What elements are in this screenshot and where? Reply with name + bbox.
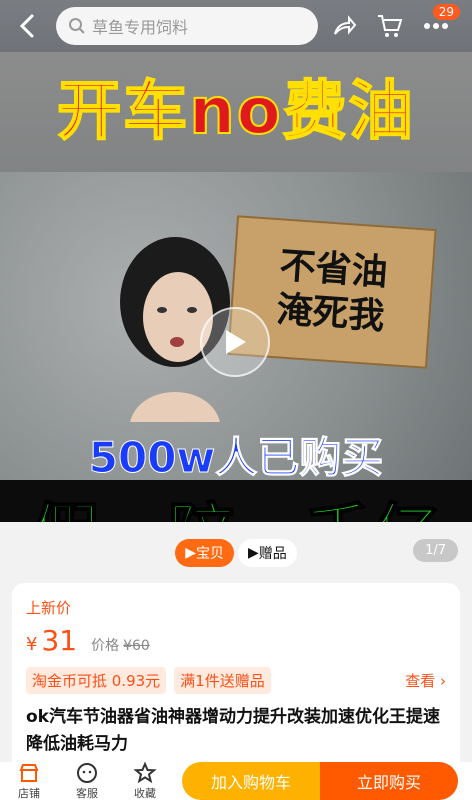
cart-icon (378, 15, 403, 37)
tab-item[interactable]: ▶ 宝贝 (175, 539, 234, 567)
view-label: 查看 (405, 672, 436, 690)
search-bar[interactable]: 草鱼专用饲料 (56, 7, 318, 45)
more-button[interactable]: 29 (416, 4, 460, 46)
sign-line-2: 淹死我 (275, 289, 386, 338)
share-icon (334, 15, 357, 35)
back-button[interactable] (10, 8, 46, 44)
shop-label: 店铺 (18, 787, 40, 800)
more-icon (424, 23, 448, 29)
original-price-label: 价格 (91, 638, 120, 654)
search-icon (69, 18, 85, 34)
product-title: ok汽车节油器省油神器增动力提升改装加速优化王提速降低油耗马力 (26, 707, 440, 754)
play-small-icon: ▶ (185, 545, 196, 561)
share-button[interactable] (324, 6, 364, 46)
play-icon (226, 330, 246, 354)
guarantee-text: 假一陪一千亿 (0, 480, 472, 522)
play-small-icon: ▶ (248, 545, 259, 561)
notification-badge: 29 (432, 4, 460, 20)
add-to-cart-button[interactable]: 加入购物车 (182, 762, 320, 800)
play-button[interactable] (200, 307, 270, 377)
service-button[interactable]: 客服 (58, 761, 116, 800)
service-label: 客服 (76, 787, 98, 800)
original-price: ¥60 (123, 638, 150, 654)
tab-gift[interactable]: ▶ 赠品 (238, 539, 297, 567)
back-arrow-icon (19, 14, 34, 38)
new-price-tag: 上新价 (26, 599, 72, 617)
chevron-right-icon: › (440, 672, 446, 690)
cart-button[interactable] (370, 6, 410, 46)
promo-row: 淘金币可抵 0.93元 满1件送赠品 查看 › (26, 667, 446, 694)
coin-promo[interactable]: 淘金币可抵 0.93元 (26, 667, 167, 694)
favorite-label: 收藏 (134, 787, 156, 800)
media-headline: 开车no费油 (56, 74, 415, 150)
media-tabs: ▶ 宝贝 ▶ 赠品 1/7 (0, 533, 472, 573)
product-media[interactable]: 开车no费油 不省油 淹死我 500w人已购买 假一陪一千亿 (0, 52, 472, 522)
star-icon (133, 761, 157, 784)
bottom-action-bar: 店铺 客服 收藏 加入购物车 立即购买 (0, 761, 472, 800)
buy-now-button[interactable]: 立即购买 (320, 762, 458, 800)
favorite-button[interactable]: 收藏 (116, 761, 174, 800)
tab-gift-label: 赠品 (258, 546, 287, 562)
service-icon (77, 763, 97, 783)
buyers-text: 500w人已购买 (88, 433, 384, 483)
currency-symbol: ¥ (26, 634, 38, 655)
current-price: 31 (41, 624, 78, 657)
view-link[interactable]: 查看 › (405, 670, 446, 691)
image-counter: 1/7 (413, 539, 458, 562)
sign-line-1: 不省油 (278, 245, 389, 294)
tab-item-label: 宝贝 (196, 546, 224, 562)
gift-promo[interactable]: 满1件送赠品 (174, 667, 271, 694)
shop-icon (19, 764, 39, 782)
shop-button[interactable]: 店铺 (0, 761, 58, 800)
price-row: ¥ 31 价格 ¥60 (26, 624, 446, 657)
top-bar: 草鱼专用饲料 29 (0, 0, 472, 52)
search-placeholder: 草鱼专用饲料 (92, 18, 189, 37)
